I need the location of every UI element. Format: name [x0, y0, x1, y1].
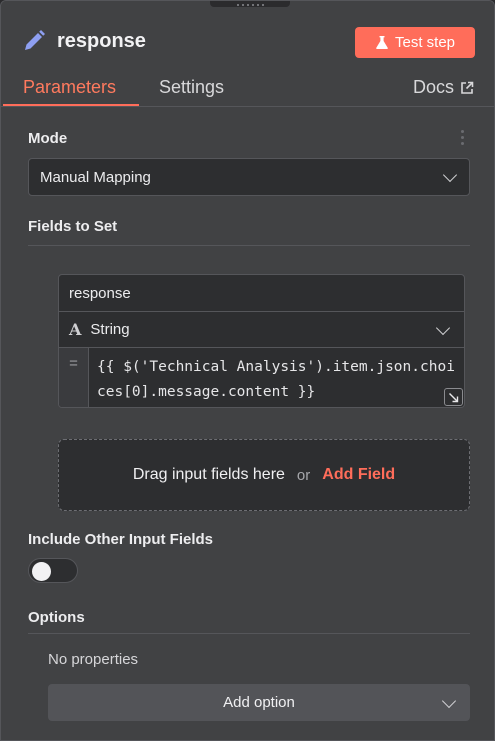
options-label: Options [28, 609, 85, 626]
chevron-down-icon [442, 167, 458, 183]
add-option-select[interactable]: Add option [48, 684, 470, 721]
field-assignment: response A String = {{ $('Technical Anal… [58, 274, 465, 408]
kebab-menu-icon[interactable] [461, 130, 464, 145]
flask-icon [376, 36, 388, 49]
docs-label: Docs [412, 77, 454, 97]
external-link-icon [461, 81, 474, 94]
active-tab-indicator [3, 104, 139, 106]
chevron-down-icon [435, 320, 451, 335]
field-type-select[interactable]: A String [59, 312, 464, 348]
test-step-label: Test step [394, 34, 456, 51]
expand-icon [449, 392, 459, 402]
pencil-icon [25, 30, 45, 50]
docs-link[interactable]: Docs [413, 77, 474, 98]
section-divider [28, 245, 470, 246]
field-type-value: String [90, 321, 130, 338]
test-step-button[interactable]: Test step [355, 27, 475, 58]
expression-equals-icon: = [59, 348, 89, 407]
field-name-input[interactable]: response [59, 275, 464, 312]
node-title-text[interactable]: response [57, 30, 146, 53]
mode-select[interactable]: Manual Mapping [28, 158, 470, 196]
field-value-expression[interactable]: {{ $('Technical Analysis').item.json.cho… [97, 355, 459, 405]
fields-to-set-label: Fields to Set [28, 218, 118, 235]
panel-header: response Test step Parameters Settings D… [1, 1, 494, 107]
field-name-value: response [69, 284, 131, 302]
string-type-icon: A [69, 320, 82, 339]
parameters-body: Mode Manual Mapping Fields to Set respon… [1, 108, 494, 740]
tab-bar: Parameters Settings Docs [1, 73, 494, 107]
dropzone-or: or [296, 466, 311, 484]
mode-select-value: Manual Mapping [40, 168, 151, 186]
tab-settings[interactable]: Settings [159, 77, 224, 98]
chevron-down-icon [441, 693, 457, 708]
panel-drag-handle[interactable] [210, 1, 290, 7]
section-divider [28, 633, 470, 634]
toggle-knob [32, 561, 51, 581]
add-option-label: Add option [223, 694, 295, 711]
include-other-fields-label: Include Other Input Fields [28, 531, 214, 548]
drag-fields-dropzone[interactable]: Drag input fields here or Add Field [58, 439, 470, 511]
tab-parameters[interactable]: Parameters [23, 77, 116, 98]
expand-editor-button[interactable] [444, 388, 463, 406]
mode-label: Mode [28, 130, 68, 147]
add-field-link[interactable]: Add Field [322, 466, 395, 484]
node-parameters-panel: response Test step Parameters Settings D… [0, 0, 495, 741]
node-title: response [21, 28, 146, 54]
dropzone-text: Drag input fields here [132, 466, 285, 483]
include-other-fields-toggle[interactable] [28, 558, 78, 583]
no-properties-text: No properties [48, 651, 139, 668]
